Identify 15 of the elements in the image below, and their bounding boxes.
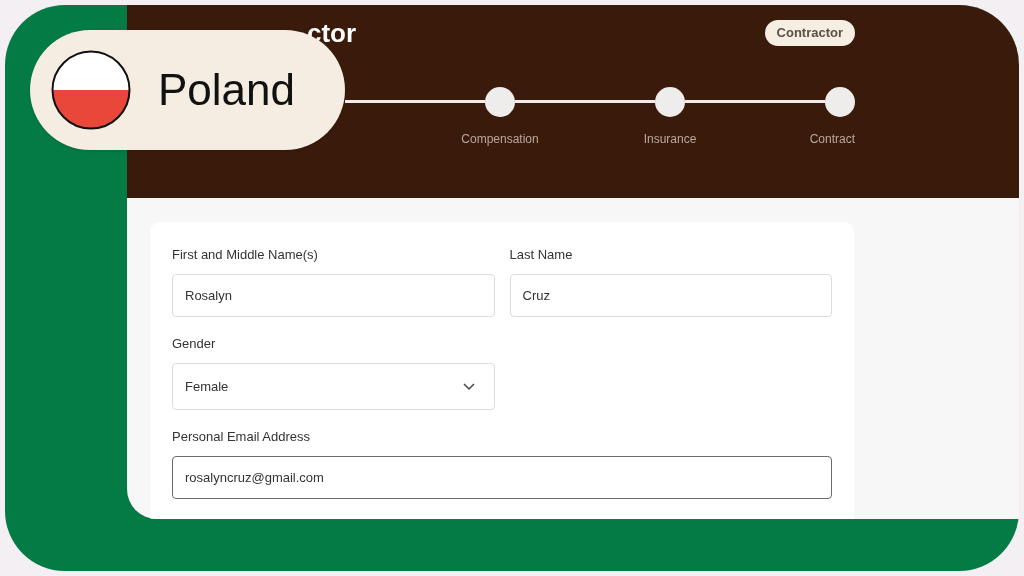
flag-icon (51, 50, 131, 130)
text-field[interactable]: Rosalyn (172, 274, 495, 317)
field-label: Personal Email Address (172, 430, 311, 443)
step-label: Contract (809, 131, 855, 148)
select-field[interactable]: Female (172, 363, 495, 410)
country-name: Poland (158, 68, 295, 112)
step-label: Insurance (643, 131, 697, 148)
field-label: First and Middle Name(s) (172, 248, 319, 261)
text-field[interactable]: rosalyncruz@gmail.com (172, 456, 832, 499)
text-field[interactable]: Cruz (509, 274, 832, 317)
role-tag: Contractor (764, 20, 855, 46)
field-label: Gender (172, 337, 217, 350)
field-label: Last Name (509, 248, 574, 261)
chevron-down-icon (462, 382, 475, 391)
step-label: Compensation (461, 131, 539, 148)
